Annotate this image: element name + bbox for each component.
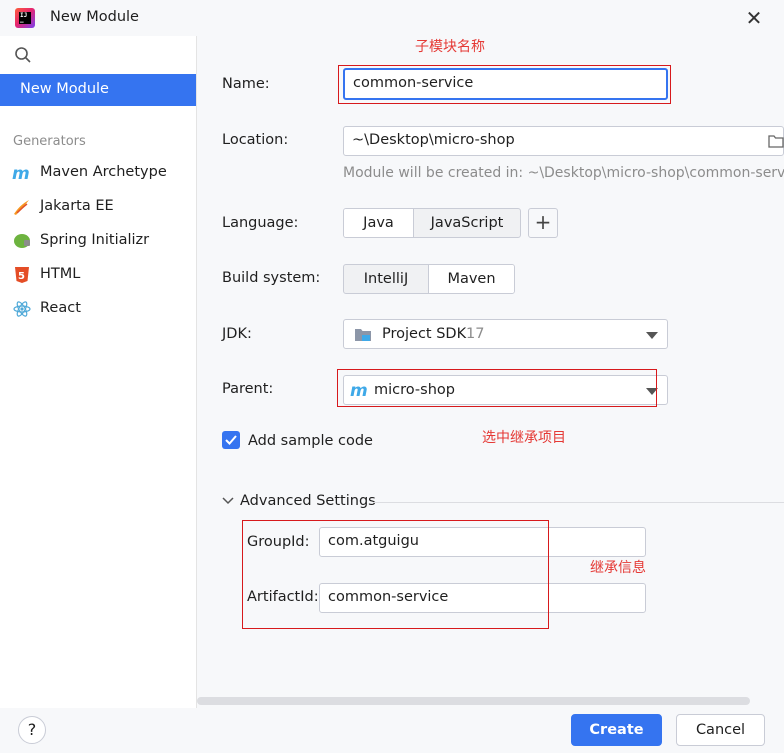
parent-highlight-box	[337, 369, 657, 407]
close-icon[interactable]: ✕	[744, 8, 764, 28]
help-button[interactable]: ?	[18, 716, 46, 744]
generators-heading: Generators	[13, 134, 86, 149]
sidebar-item-html[interactable]: 5 HTML	[0, 260, 196, 290]
location-input[interactable]	[352, 132, 748, 148]
horizontal-scrollbar[interactable]	[197, 697, 750, 705]
chevron-down-icon	[646, 332, 658, 339]
location-field[interactable]	[343, 126, 784, 156]
sdk-folder-icon	[355, 329, 371, 341]
title-bar: IJ — New Module ✕	[0, 0, 784, 36]
language-option-javascript[interactable]: JavaScript	[414, 209, 520, 237]
name-label: Name:	[222, 76, 270, 92]
svg-text:m: m	[12, 164, 30, 182]
create-button[interactable]: Create	[571, 714, 662, 746]
main-panel: 子模块名称 Name: Location: Module will be cre…	[197, 36, 784, 708]
advanced-settings-toggle[interactable]: Advanced Settings	[240, 493, 376, 509]
language-label: Language:	[222, 215, 299, 231]
build-option-maven[interactable]: Maven	[428, 265, 514, 293]
sample-code-checkbox[interactable]	[222, 431, 240, 449]
parent-annotation: 选中继承项目	[482, 430, 566, 446]
parent-label: Parent:	[222, 381, 274, 397]
jdk-value: Project SDK	[382, 326, 467, 342]
inherit-highlight-box	[242, 520, 549, 629]
react-icon	[13, 301, 31, 317]
jakarta-icon	[14, 200, 29, 215]
sidebar-item-new-module[interactable]: New Module	[0, 74, 196, 106]
folder-icon[interactable]	[768, 134, 784, 148]
sidebar-item-react[interactable]: React	[0, 294, 196, 324]
jdk-version: 17	[466, 326, 485, 342]
language-option-java[interactable]: Java	[344, 209, 414, 237]
name-highlight-box	[338, 65, 671, 104]
spring-icon	[14, 234, 30, 248]
build-option-intellij[interactable]: IntelliJ	[344, 265, 428, 293]
html5-icon: 5	[15, 267, 29, 283]
jdk-label: JDK:	[222, 326, 252, 342]
svg-text:5: 5	[18, 271, 25, 282]
maven-icon: m	[12, 164, 30, 182]
window-title: New Module	[50, 9, 139, 25]
sidebar-item-maven-archetype[interactable]: m Maven Archetype	[0, 158, 196, 188]
sidebar: New Module Generators m Maven Archetype …	[0, 36, 197, 708]
checkmark-icon	[225, 435, 237, 445]
chevron-down-icon[interactable]	[222, 496, 234, 506]
intellij-app-icon: IJ —	[15, 8, 35, 28]
search-icon[interactable]	[14, 46, 32, 64]
name-annotation: 子模块名称	[415, 39, 485, 55]
inherit-annotation: 继承信息	[590, 560, 646, 576]
dialog-footer: ? Create Cancel	[0, 708, 784, 753]
location-label: Location:	[222, 132, 289, 148]
jdk-dropdown[interactable]: Project SDK 17	[343, 319, 668, 349]
cancel-button[interactable]: Cancel	[676, 714, 765, 746]
language-toggle: Java JavaScript	[343, 208, 521, 238]
location-hint: Module will be created in: ~\Desktop\mic…	[343, 165, 784, 181]
build-system-label: Build system:	[222, 270, 321, 286]
sample-code-label[interactable]: Add sample code	[248, 433, 373, 449]
sidebar-item-jakarta-ee[interactable]: Jakarta EE	[0, 192, 196, 222]
add-language-button[interactable]: +	[528, 208, 558, 238]
sidebar-item-spring-initializr[interactable]: Spring Initializr	[0, 226, 196, 256]
build-system-toggle: IntelliJ Maven	[343, 264, 515, 294]
section-divider	[373, 502, 784, 503]
